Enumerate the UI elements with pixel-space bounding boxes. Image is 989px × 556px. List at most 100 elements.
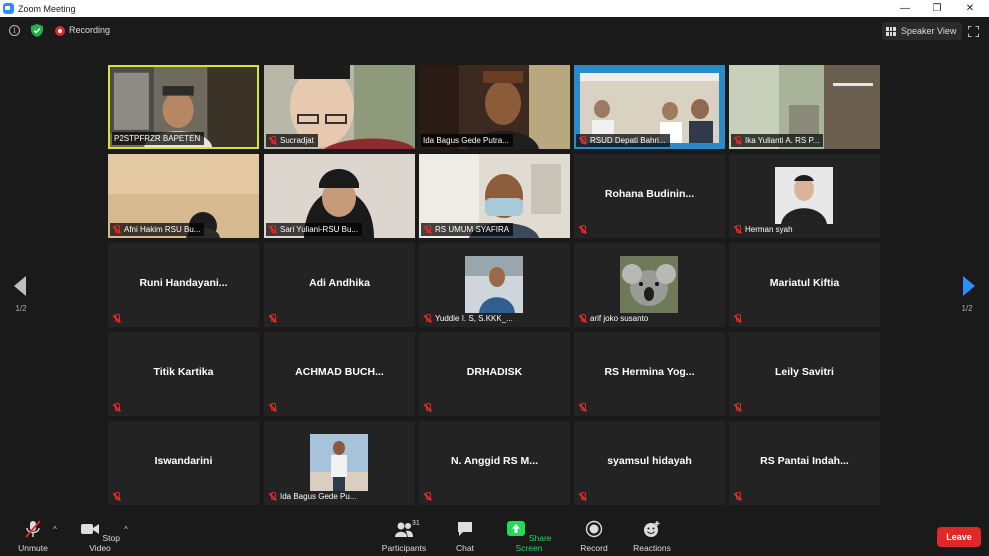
participant-name: Runi Handayani... <box>139 277 228 289</box>
speaker-view-button[interactable]: Speaker View <box>882 22 963 40</box>
participant-tile[interactable]: Rohana Budinin... <box>574 154 725 238</box>
unmute-button[interactable]: Unmute <box>12 520 54 553</box>
participant-tile[interactable]: N. Anggid RS M... <box>419 421 570 505</box>
participant-tile[interactable]: Leily Savitri <box>729 332 880 416</box>
participant-name-label: Yuddie I. S, S.KKK_... <box>421 312 517 325</box>
participant-tile[interactable]: Sari Yuliani-RSU Bu... <box>264 154 415 238</box>
muted-mic-icon <box>268 491 277 502</box>
participant-status <box>110 490 128 503</box>
participant-name: Titik Kartika <box>153 366 214 378</box>
muted-mic-icon <box>578 135 587 146</box>
recording-label: Recording <box>69 25 111 35</box>
next-page-arrow-icon[interactable] <box>963 276 975 296</box>
participant-name-label: arif joko susanto <box>576 312 652 325</box>
page-indicator-left: 1/2 <box>15 304 27 313</box>
muted-mic-icon <box>578 313 587 324</box>
chat-button[interactable]: Chat <box>450 520 480 553</box>
participant-status <box>576 223 594 236</box>
participant-tile[interactable]: arif joko susanto <box>574 243 725 327</box>
participant-tile[interactable]: RS Pantai Indah... <box>729 421 880 505</box>
previous-page-arrow-icon[interactable] <box>14 276 26 296</box>
window-title: Zoom Meeting <box>18 3 76 14</box>
zoom-logo-icon <box>3 3 14 14</box>
record-icon <box>585 520 603 538</box>
reactions-button[interactable]: Reactions <box>631 520 673 553</box>
info-icon[interactable]: i <box>9 25 20 36</box>
record-button[interactable]: Record <box>578 520 610 553</box>
participant-status <box>421 401 439 414</box>
share-screen-button[interactable]: Share Screen <box>502 520 556 553</box>
profile-photo <box>775 167 833 224</box>
grid-view-icon <box>886 26 896 36</box>
leave-meeting-button[interactable]: Leave <box>937 527 981 547</box>
participant-name: Rohana Budinin... <box>604 188 695 200</box>
participant-tile[interactable]: Ida Bagus Gede Pu... <box>264 421 415 505</box>
participant-name-label: Ida Bagus Gede Pu... <box>266 490 361 503</box>
participant-name-label: Ika Yulianti A. RS P... <box>731 134 824 147</box>
participant-tile[interactable]: Herman syah <box>729 154 880 238</box>
participant-tile[interactable]: RS UMUM SYAFIRA <box>419 154 570 238</box>
participant-name-label: RSUD Depati Bahri... <box>576 134 670 147</box>
participant-tile[interactable]: Iswandarini <box>108 421 259 505</box>
chat-label: Chat <box>456 543 474 553</box>
participant-tile[interactable]: Runi Handayani... <box>108 243 259 327</box>
encryption-shield-icon[interactable] <box>31 24 43 37</box>
video-options-caret-icon[interactable]: ^ <box>124 525 128 534</box>
muted-mic-icon <box>733 224 742 235</box>
participant-status <box>266 401 284 414</box>
participant-tile[interactable]: Ika Yulianti A. RS P... <box>729 65 880 149</box>
participant-tile[interactable]: Afni Hakim RSU Bu... <box>108 154 259 238</box>
recording-icon <box>55 26 65 36</box>
muted-mic-icon <box>268 224 277 235</box>
meeting-controls-bar: Unmute ^ Stop Video ^ Participants 31 Ch… <box>0 514 989 556</box>
participant-name-label: Sucradjat <box>266 134 318 147</box>
participant-tile[interactable]: Sucradjat <box>264 65 415 149</box>
muted-mic-icon <box>733 313 742 324</box>
profile-photo <box>620 256 678 313</box>
participants-button[interactable]: Participants <box>378 520 430 553</box>
record-label: Record <box>580 543 608 553</box>
participant-name-label: Ida Bagus Gede Putra... <box>421 134 513 147</box>
participant-tile[interactable]: Titik Kartika <box>108 332 259 416</box>
participant-tile[interactable]: DRHADISK <box>419 332 570 416</box>
restore-button[interactable]: ❐ <box>922 0 952 17</box>
muted-mic-icon <box>268 402 277 413</box>
close-window-button[interactable]: ✕ <box>955 0 985 17</box>
participant-name-label: Herman syah <box>731 223 797 236</box>
participant-tile[interactable]: RSUD Depati Bahri... <box>574 65 725 149</box>
participant-status <box>110 401 128 414</box>
participant-tile[interactable]: syamsul hidayah <box>574 421 725 505</box>
participant-tile[interactable]: ACHMAD BUCH... <box>264 332 415 416</box>
participant-tile[interactable]: Mariatul Kiftia <box>729 243 880 327</box>
stop-video-button[interactable]: Stop Video <box>76 520 124 553</box>
page-indicator-right: 1/2 <box>961 304 973 313</box>
muted-mic-icon <box>268 313 277 324</box>
audio-options-caret-icon[interactable]: ^ <box>53 525 57 534</box>
speaker-view-label: Speaker View <box>901 26 957 36</box>
profile-photo <box>465 256 523 313</box>
participant-tile[interactable]: Ida Bagus Gede Putra... <box>419 65 570 149</box>
participant-name: Adi Andhika <box>309 277 370 289</box>
video-camera-icon <box>81 524 100 534</box>
participant-tile[interactable]: Adi Andhika <box>264 243 415 327</box>
participant-status <box>731 401 749 414</box>
participant-name-label: Sari Yuliani-RSU Bu... <box>266 223 363 236</box>
participant-tile[interactable]: P2STPFRZR BAPETEN <box>108 65 259 149</box>
participant-name-label: RS UMUM SYAFIRA <box>421 223 514 236</box>
muted-mic-icon <box>112 224 121 235</box>
fullscreen-icon[interactable] <box>968 26 979 37</box>
reactions-smiley-icon <box>644 521 660 537</box>
unmute-label: Unmute <box>18 543 48 553</box>
participant-status <box>421 490 439 503</box>
participant-tile[interactable]: Yuddie I. S, S.KKK_... <box>419 243 570 327</box>
muted-mic-icon <box>112 313 121 324</box>
participant-name: N. Anggid RS M... <box>450 455 539 467</box>
participant-tile[interactable]: RS Hermina Yog... <box>574 332 725 416</box>
participant-name: DRHADISK <box>466 366 523 378</box>
muted-mic-icon <box>733 491 742 502</box>
muted-mic-icon <box>423 491 432 502</box>
participant-status <box>576 490 594 503</box>
muted-mic-icon <box>423 313 432 324</box>
participant-status <box>731 490 749 503</box>
minimize-button[interactable]: — <box>890 0 920 17</box>
